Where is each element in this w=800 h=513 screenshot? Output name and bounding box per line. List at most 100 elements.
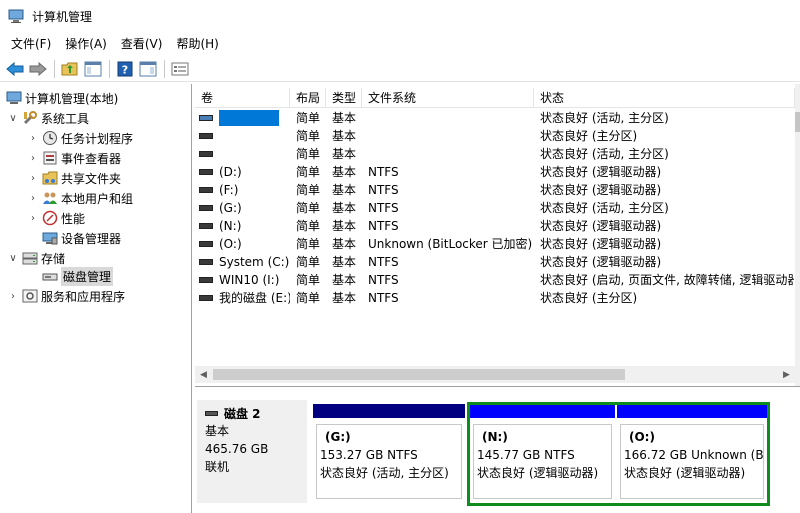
tree-item-storage[interactable]: ∨ 存储 [6,248,65,268]
partition-name: (G:) [325,430,351,444]
chevron-right-icon[interactable]: › [26,188,40,208]
performance-icon [42,210,58,226]
chevron-down-icon[interactable]: ∨ [6,108,20,128]
tree-label: 存储 [41,251,66,266]
tree-item-performance[interactable]: › 性能 [26,208,85,228]
scroll-left-icon[interactable]: ◀ [195,366,212,383]
show-action-pane-icon[interactable] [137,58,159,80]
disk-info-panel[interactable]: 磁盘 2 基本 465.76 GB 联机 [197,400,307,503]
scrollbar-thumb[interactable] [213,369,625,380]
tree-item-shared-folders[interactable]: › 共享文件夹 [26,168,121,188]
back-arrow-icon[interactable] [4,58,26,80]
disk-size: 465.76 GB [205,442,269,456]
chevron-right-icon[interactable]: › [26,148,40,168]
cell-status: 状态良好 (主分区) [540,129,638,143]
properties-icon[interactable] [169,58,191,80]
cell-layout: 简单 [296,255,321,269]
cell-type: 基本 [332,255,357,269]
cell-filesystem: NTFS [368,273,399,287]
column-header-layout[interactable]: 布局 [290,88,326,108]
help-icon[interactable]: ? [114,58,136,80]
tree-item-services-apps[interactable]: › 服务和应用程序 [6,286,125,306]
table-row[interactable]: System (C:) 简单 基本 NTFS 状态良好 (逻辑驱动器) [195,253,795,271]
cell-status: 状态良好 (活动, 主分区) [540,111,669,125]
table-row[interactable]: (G:) 简单 基本 NTFS 状态良好 (活动, 主分区) [195,199,795,217]
chevron-right-icon[interactable]: › [6,286,20,306]
horizontal-scrollbar[interactable]: ◀ ▶ [195,366,795,383]
volume-list: 卷 布局 类型 文件系统 状态 简单 基本 状态良好 (活动, 主分区) 简单 … [195,84,800,387]
tree-item-system-tools[interactable]: ∨ 系统工具 [6,108,89,128]
table-row[interactable]: (D:) 简单 基本 NTFS 状态良好 (逻辑驱动器) [195,163,795,181]
menu-help[interactable]: 帮助(H) [169,34,225,54]
vertical-scrollbar-thumb[interactable] [795,112,800,132]
table-row[interactable]: 简单 基本 状态良好 (活动, 主分区) [195,145,795,163]
cell-filesystem [362,145,534,163]
toolbar-separator [54,59,55,78]
scroll-right-icon[interactable]: ▶ [778,366,795,383]
tree-item-local-users[interactable]: › 本地用户和组 [26,188,133,208]
column-header-volume[interactable]: 卷 [195,88,290,108]
menu-view[interactable]: 查看(V) [114,34,170,54]
title-bar: 计算机管理 [0,0,800,32]
chevron-right-icon[interactable]: › [26,128,40,148]
tree-label: 计算机管理(本地) [25,91,119,106]
cell-layout: 简单 [296,111,321,125]
tree-item-event-viewer[interactable]: › 事件查看器 [26,148,121,168]
volume-icon [199,133,213,139]
menu-file[interactable]: 文件(F) [4,34,58,54]
cell-type: 基本 [332,237,357,251]
cell-volume: (F:) [219,183,239,197]
cell-type: 基本 [332,129,357,143]
forward-arrow-icon[interactable] [27,58,49,80]
column-header-filesystem[interactable]: 文件系统 [362,88,534,108]
table-row[interactable]: (O:) 简单 基本 Unknown (BitLocker 已加密) 状态良好 … [195,235,795,253]
list-header: 卷 布局 类型 文件系统 状态 [195,88,795,108]
storage-icon [22,250,38,266]
chevron-right-icon[interactable]: › [26,168,40,188]
table-row[interactable]: (N:) 简单 基本 NTFS 状态良好 (逻辑驱动器) [195,217,795,235]
table-row[interactable]: 我的磁盘 (E:) 简单 基本 NTFS 状态良好 (主分区) [195,289,795,307]
tree-item-task-scheduler[interactable]: › 任务计划程序 [26,128,133,148]
tree-label: 共享文件夹 [61,171,122,186]
menu-action[interactable]: 操作(A) [58,34,114,54]
disk-icon [205,410,218,416]
event-viewer-icon [42,150,58,166]
cell-type: 基本 [332,291,357,305]
disk-name: 磁盘 2 [224,406,261,421]
disk-state: 联机 [205,460,230,474]
cell-layout: 简单 [296,273,321,287]
tree-item-device-manager[interactable]: 设备管理器 [40,228,121,248]
chevron-right-icon[interactable]: › [26,208,40,228]
tree-label: 服务和应用程序 [41,289,126,304]
tree-label: 任务计划程序 [61,131,134,146]
table-row[interactable]: 简单 基本 状态良好 (主分区) [195,127,795,145]
up-folder-icon[interactable] [59,58,81,80]
tree-item-disk-management[interactable]: 磁盘管理 [40,266,114,286]
cell-layout: 简单 [296,147,321,161]
cell-type: 基本 [332,183,357,197]
cell-type: 基本 [332,147,357,161]
cell-filesystem [362,127,534,145]
cell-filesystem: NTFS [368,291,399,305]
tree-item-root[interactable]: 计算机管理(本地) [4,88,118,108]
menu-bar: 文件(F) 操作(A) 查看(V) 帮助(H) [0,34,800,54]
cell-type: 基本 [332,219,357,233]
chevron-down-icon[interactable]: ∨ [6,248,20,268]
cell-volume: 我的磁盘 (E:) [219,291,290,305]
table-row[interactable]: (F:) 简单 基本 NTFS 状态良好 (逻辑驱动器) [195,181,795,199]
tools-icon [22,110,38,126]
clock-icon [42,130,58,146]
cell-status: 状态良好 (活动, 主分区) [540,147,669,161]
cell-type: 基本 [332,165,357,179]
column-header-type[interactable]: 类型 [326,88,362,108]
toolbar-separator [164,59,165,78]
column-header-status[interactable]: 状态 [534,88,795,108]
partition-g[interactable]: (G:) 153.27 GB NTFS 状态良好 (活动, 主分区) [313,404,465,502]
computer-management-icon [8,8,24,24]
show-console-tree-icon[interactable] [82,58,104,80]
table-row[interactable]: 简单 基本 状态良好 (活动, 主分区) [195,109,795,127]
cell-status: 状态良好 (主分区) [540,291,638,305]
table-row[interactable]: WIN10 (I:) 简单 基本 NTFS 状态良好 (启动, 页面文件, 故障… [195,271,795,289]
vertical-scrollbar[interactable] [795,84,800,386]
cell-volume: (D:) [219,165,242,179]
